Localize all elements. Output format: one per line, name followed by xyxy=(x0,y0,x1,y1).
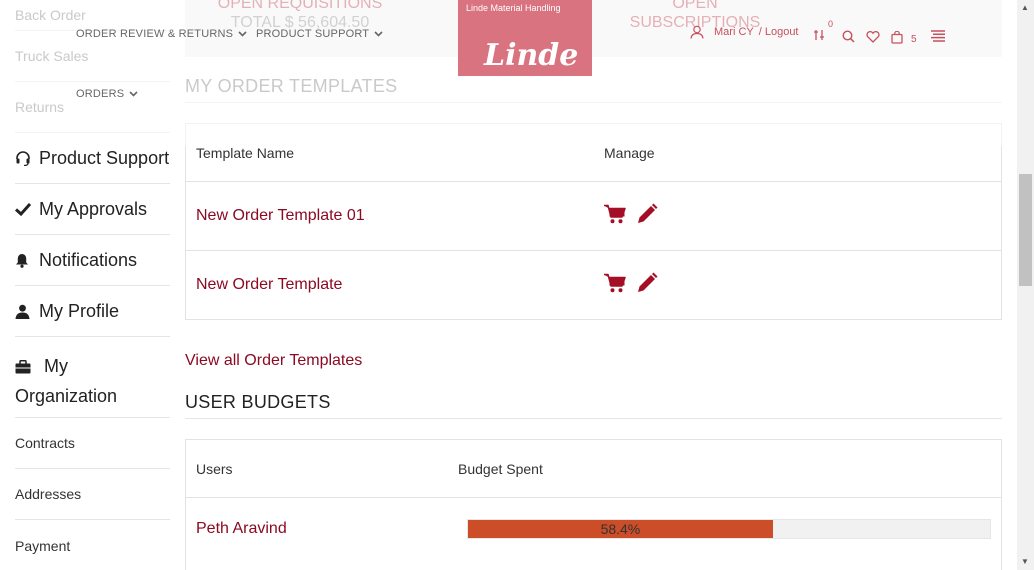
user-budgets-table: Users Budget Spent Peth Aravind 58.4% xyxy=(185,439,1002,570)
order-templates-table: Template Name Manage New Order Template … xyxy=(185,123,1002,320)
sidebar-item-product-support[interactable]: Product Support xyxy=(15,133,170,184)
sidebar-item-label: My Approvals xyxy=(39,198,148,219)
open-subscriptions-title: OPEN xyxy=(672,0,718,12)
sidebar-item-label: My Profile xyxy=(39,300,120,321)
compare-icon xyxy=(813,29,825,41)
account-sidebar: Back Order Truck Sales Returns Product S… xyxy=(15,0,170,570)
nav-product-support[interactable]: PRODUCT SUPPORT xyxy=(256,28,383,40)
table-row: New Order Template 01 xyxy=(186,182,1001,251)
sidebar-item-label: Payment xyxy=(15,537,71,554)
sidebar-item-my-approvals[interactable]: My Approvals xyxy=(15,184,170,235)
heart-icon xyxy=(866,31,880,43)
scroll-up-arrow-icon[interactable]: ▲ xyxy=(1021,3,1029,12)
logo-subtitle: Linde Material Handling xyxy=(466,3,561,13)
template-name-link[interactable]: New Order Template 01 xyxy=(186,207,604,225)
table-header-row: Users Budget Spent xyxy=(186,440,1001,498)
sidebar-item-label: Truck Sales xyxy=(15,48,89,64)
sidebar-item-label: Addresses xyxy=(15,486,82,502)
edit-pencil-icon[interactable] xyxy=(636,203,658,230)
page-scrollbar[interactable]: ▲ ▼ xyxy=(1017,0,1034,570)
template-actions xyxy=(604,203,658,230)
user-outline-icon xyxy=(690,25,704,39)
search-button[interactable] xyxy=(842,30,855,43)
budget-progress-label: 58.4% xyxy=(600,521,641,537)
sidebar-item-label: Back Order xyxy=(15,7,86,23)
sidebar-item-label: Contracts xyxy=(15,435,75,451)
sidebar-item-back-order[interactable]: Back Order xyxy=(15,0,170,31)
cart-count: 5 xyxy=(911,34,917,45)
wishlist-button[interactable] xyxy=(866,31,880,43)
edit-pencil-icon[interactable] xyxy=(636,272,658,299)
user-icon xyxy=(15,304,35,319)
user-budgets-heading: USER BUDGETS xyxy=(185,392,331,412)
user-account-link[interactable]: Mari CY / Logout xyxy=(690,25,799,39)
nav-label: ORDERS xyxy=(76,88,125,100)
open-requisitions-title: OPEN REQUISITIONS xyxy=(217,0,383,12)
sidebar-item-payment[interactable]: Payment xyxy=(15,520,170,570)
compare-count: 0 xyxy=(828,19,834,29)
user-name: Mari CY xyxy=(714,26,754,38)
chevron-down-icon xyxy=(238,28,247,40)
hamburger-menu-icon xyxy=(930,30,946,42)
add-to-cart-icon[interactable] xyxy=(604,204,626,229)
sidebar-item-my-profile[interactable]: My Profile xyxy=(15,286,170,337)
scrollbar-thumb[interactable] xyxy=(1019,174,1032,286)
section-divider xyxy=(185,418,1002,419)
template-name-link[interactable]: New Order Template xyxy=(186,276,604,294)
table-row: Peth Aravind 58.4% xyxy=(186,498,1001,560)
add-to-cart-icon[interactable] xyxy=(604,273,626,298)
menu-button[interactable] xyxy=(930,30,946,42)
scroll-down-arrow-icon[interactable]: ▼ xyxy=(1021,557,1029,566)
template-actions xyxy=(604,272,658,299)
linde-logo[interactable]: Linde Material Handling Linde xyxy=(458,0,592,76)
sidebar-item-label: Notifications xyxy=(39,249,138,270)
sidebar-item-contracts[interactable]: Contracts xyxy=(15,418,170,469)
table-header-row: Template Name Manage xyxy=(186,124,1001,182)
chevron-down-icon xyxy=(129,88,138,100)
chevron-down-icon xyxy=(374,28,383,40)
check-icon xyxy=(15,202,35,216)
budget-user-link[interactable]: Peth Aravind xyxy=(186,520,467,538)
nav-label: ORDER REVIEW & RETURNS xyxy=(76,28,234,40)
headset-icon xyxy=(15,150,35,166)
search-icon xyxy=(842,30,855,43)
shopping-bag-icon xyxy=(891,31,903,44)
nav-order-review[interactable]: ORDER REVIEW & RETURNS xyxy=(76,28,247,40)
sidebar-item-my-organization[interactable]: My Organization xyxy=(15,337,170,418)
sidebar-item-notifications[interactable]: Notifications xyxy=(15,235,170,286)
sidebar-item-addresses[interactable]: Addresses xyxy=(15,469,170,520)
table-row: New Order Template xyxy=(186,251,1001,319)
order-templates-heading: MY ORDER TEMPLATES xyxy=(185,76,398,96)
logo-wordmark: Linde xyxy=(484,38,579,73)
logout-link[interactable]: / Logout xyxy=(759,26,799,38)
section-divider xyxy=(185,102,1002,103)
sidebar-item-label: Returns xyxy=(15,99,65,115)
bell-icon xyxy=(15,253,35,268)
sidebar-item-label: Product Support xyxy=(39,147,170,168)
nav-orders[interactable]: ORDERS xyxy=(76,88,138,100)
nav-label: PRODUCT SUPPORT xyxy=(256,28,370,40)
compare-button[interactable]: 0 xyxy=(813,19,834,41)
column-header-budget-spent: Budget Spent xyxy=(458,460,543,477)
briefcase-icon xyxy=(15,360,35,374)
column-header-manage: Manage xyxy=(604,144,655,161)
cart-button[interactable]: 5 xyxy=(891,30,917,45)
column-header-users: Users xyxy=(196,460,233,477)
budget-progress-bar: 58.4% xyxy=(467,519,991,539)
view-all-templates-link[interactable]: View all Order Templates xyxy=(185,352,362,370)
column-header-template-name: Template Name xyxy=(196,144,295,161)
